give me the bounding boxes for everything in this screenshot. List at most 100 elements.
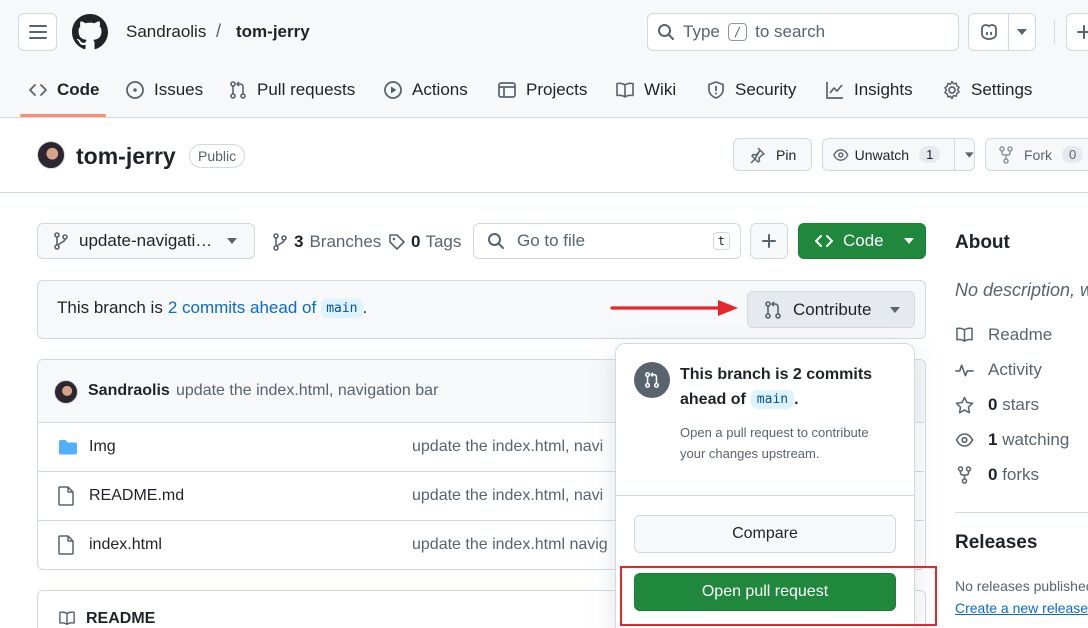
pin-button[interactable]: Pin: [733, 138, 812, 171]
about-readme-label: Readme: [988, 325, 1053, 344]
file-icon: [58, 535, 74, 555]
forks-label: forks: [1002, 465, 1040, 484]
branch-icon: [273, 233, 287, 251]
annotation-arrow: [610, 300, 738, 316]
fork-icon: [957, 466, 972, 484]
readme-tab[interactable]: README: [58, 610, 155, 628]
branches-link[interactable]: 3 Branches: [272, 232, 381, 252]
branch-status-suffix: .: [362, 298, 368, 317]
branch-status-prefix: This branch is: [57, 298, 163, 317]
annotation-highlight-box: [620, 566, 937, 626]
tags-link[interactable]: 0 Tags: [388, 232, 461, 252]
tab-label: Actions: [412, 80, 468, 99]
tab-code[interactable]: Code: [28, 66, 100, 114]
eye-icon: [955, 433, 974, 447]
pull-request-icon: [645, 372, 659, 388]
about-activity-link[interactable]: Activity: [955, 360, 1042, 380]
forks-count: 0: [988, 465, 998, 484]
branch-selector[interactable]: update-navigati…: [37, 223, 255, 259]
tab-label: Wiki: [644, 80, 677, 99]
tab-label: Projects: [526, 80, 588, 99]
create-release-link[interactable]: Create a new release: [955, 600, 1088, 616]
tab-settings[interactable]: Settings: [942, 66, 1032, 114]
commit-message[interactable]: update the index.html, navigation bar: [176, 382, 438, 400]
popover-description-line1: Open a pull request to contribute: [680, 425, 869, 440]
code-button[interactable]: Code: [798, 223, 926, 259]
tab-label: Issues: [154, 80, 204, 99]
tab-label: Pull requests: [257, 80, 356, 99]
tab-pull-requests[interactable]: Pull requests: [228, 66, 355, 114]
base-branch-badge: main: [321, 298, 363, 318]
header-divider: [1054, 20, 1055, 44]
hamburger-icon: [28, 25, 47, 39]
file-name[interactable]: index.html: [89, 536, 162, 554]
book-icon: [59, 611, 75, 626]
branch-status-text: This branch is 2 commits ahead of main .: [57, 298, 367, 318]
commits-ahead-link[interactable]: 2 commits ahead of: [168, 298, 316, 318]
file-name[interactable]: Img: [89, 438, 116, 456]
unwatch-button[interactable]: Unwatch 1: [822, 138, 975, 171]
commit-author[interactable]: Sandraolis: [88, 382, 170, 400]
watching-label: watching: [1002, 430, 1070, 449]
create-new-button[interactable]: [1066, 13, 1088, 51]
breadcrumb-owner[interactable]: Sandraolis: [126, 22, 206, 42]
tab-projects[interactable]: Projects: [497, 66, 587, 114]
go-to-file-key: t: [712, 232, 730, 250]
popover-pr-icon-circle: [634, 362, 670, 398]
unwatch-label: Unwatch: [854, 146, 910, 163]
tab-issues[interactable]: Issues: [125, 66, 203, 114]
file-commit-message[interactable]: update the index.html, navi: [412, 487, 603, 505]
avatar[interactable]: [37, 141, 65, 169]
repo-title[interactable]: tom-jerry: [76, 143, 176, 170]
breadcrumb-repo[interactable]: tom-jerry: [236, 22, 310, 42]
table-icon: [498, 82, 516, 98]
tag-icon: [389, 234, 405, 250]
file-commit-message[interactable]: update the index.html, navi: [412, 438, 603, 456]
go-to-file-input[interactable]: Go to file t: [473, 223, 741, 259]
search-input[interactable]: Type / to search: [647, 13, 959, 51]
search-prefix: Type: [683, 22, 720, 41]
breadcrumb-separator: /: [216, 21, 222, 41]
search-icon: [488, 233, 504, 249]
pulse-icon: [955, 364, 974, 377]
base-branch-badge: main: [750, 390, 795, 409]
tab-wiki[interactable]: Wiki: [615, 66, 676, 114]
branch-name: update-navigati…: [79, 231, 213, 250]
global-header: Sandraolis / tom-jerry Type / to search …: [0, 0, 1088, 118]
releases-title[interactable]: Releases: [955, 532, 1037, 554]
search-suffix: to search: [755, 22, 826, 41]
about-watching-link[interactable]: 1 watching: [955, 430, 1069, 450]
file-commit-message[interactable]: update the index.html navig: [412, 536, 608, 554]
menu-button[interactable]: [18, 13, 57, 51]
code-icon: [815, 235, 833, 247]
github-logo-icon[interactable]: [72, 14, 108, 50]
branches-label: Branches: [309, 232, 382, 251]
fork-button[interactable]: Fork 0: [985, 138, 1088, 171]
file-name[interactable]: README.md: [89, 487, 184, 505]
popover-title-ahead: ahead of: [680, 390, 746, 408]
issue-icon: [126, 81, 144, 99]
tab-label: Security: [735, 80, 797, 99]
compare-button[interactable]: Compare: [634, 515, 896, 553]
tab-actions[interactable]: Actions: [383, 66, 468, 114]
about-forks-link[interactable]: 0 forks: [955, 465, 1039, 485]
about-stars-link[interactable]: 0 stars: [955, 395, 1039, 415]
plus-icon: [762, 234, 776, 248]
tab-security[interactable]: Security: [706, 66, 796, 114]
tab-insights[interactable]: Insights: [825, 66, 913, 114]
shield-icon: [708, 81, 724, 99]
plus-icon: [1077, 25, 1088, 39]
gear-icon: [944, 80, 960, 100]
code-button-label: Code: [843, 231, 884, 250]
avatar[interactable]: [54, 380, 78, 404]
contribute-button[interactable]: Contribute: [747, 291, 915, 328]
copilot-button[interactable]: [968, 13, 1036, 51]
about-readme-link[interactable]: Readme: [955, 325, 1052, 345]
popover-title-line1: This branch is 2 commits: [680, 366, 873, 383]
add-file-button[interactable]: [750, 223, 788, 259]
graph-icon: [826, 82, 843, 99]
fork-icon: [999, 145, 1013, 164]
eye-icon: [833, 148, 849, 161]
about-activity-label: Activity: [988, 360, 1042, 379]
sidebar-divider: [955, 512, 1088, 513]
